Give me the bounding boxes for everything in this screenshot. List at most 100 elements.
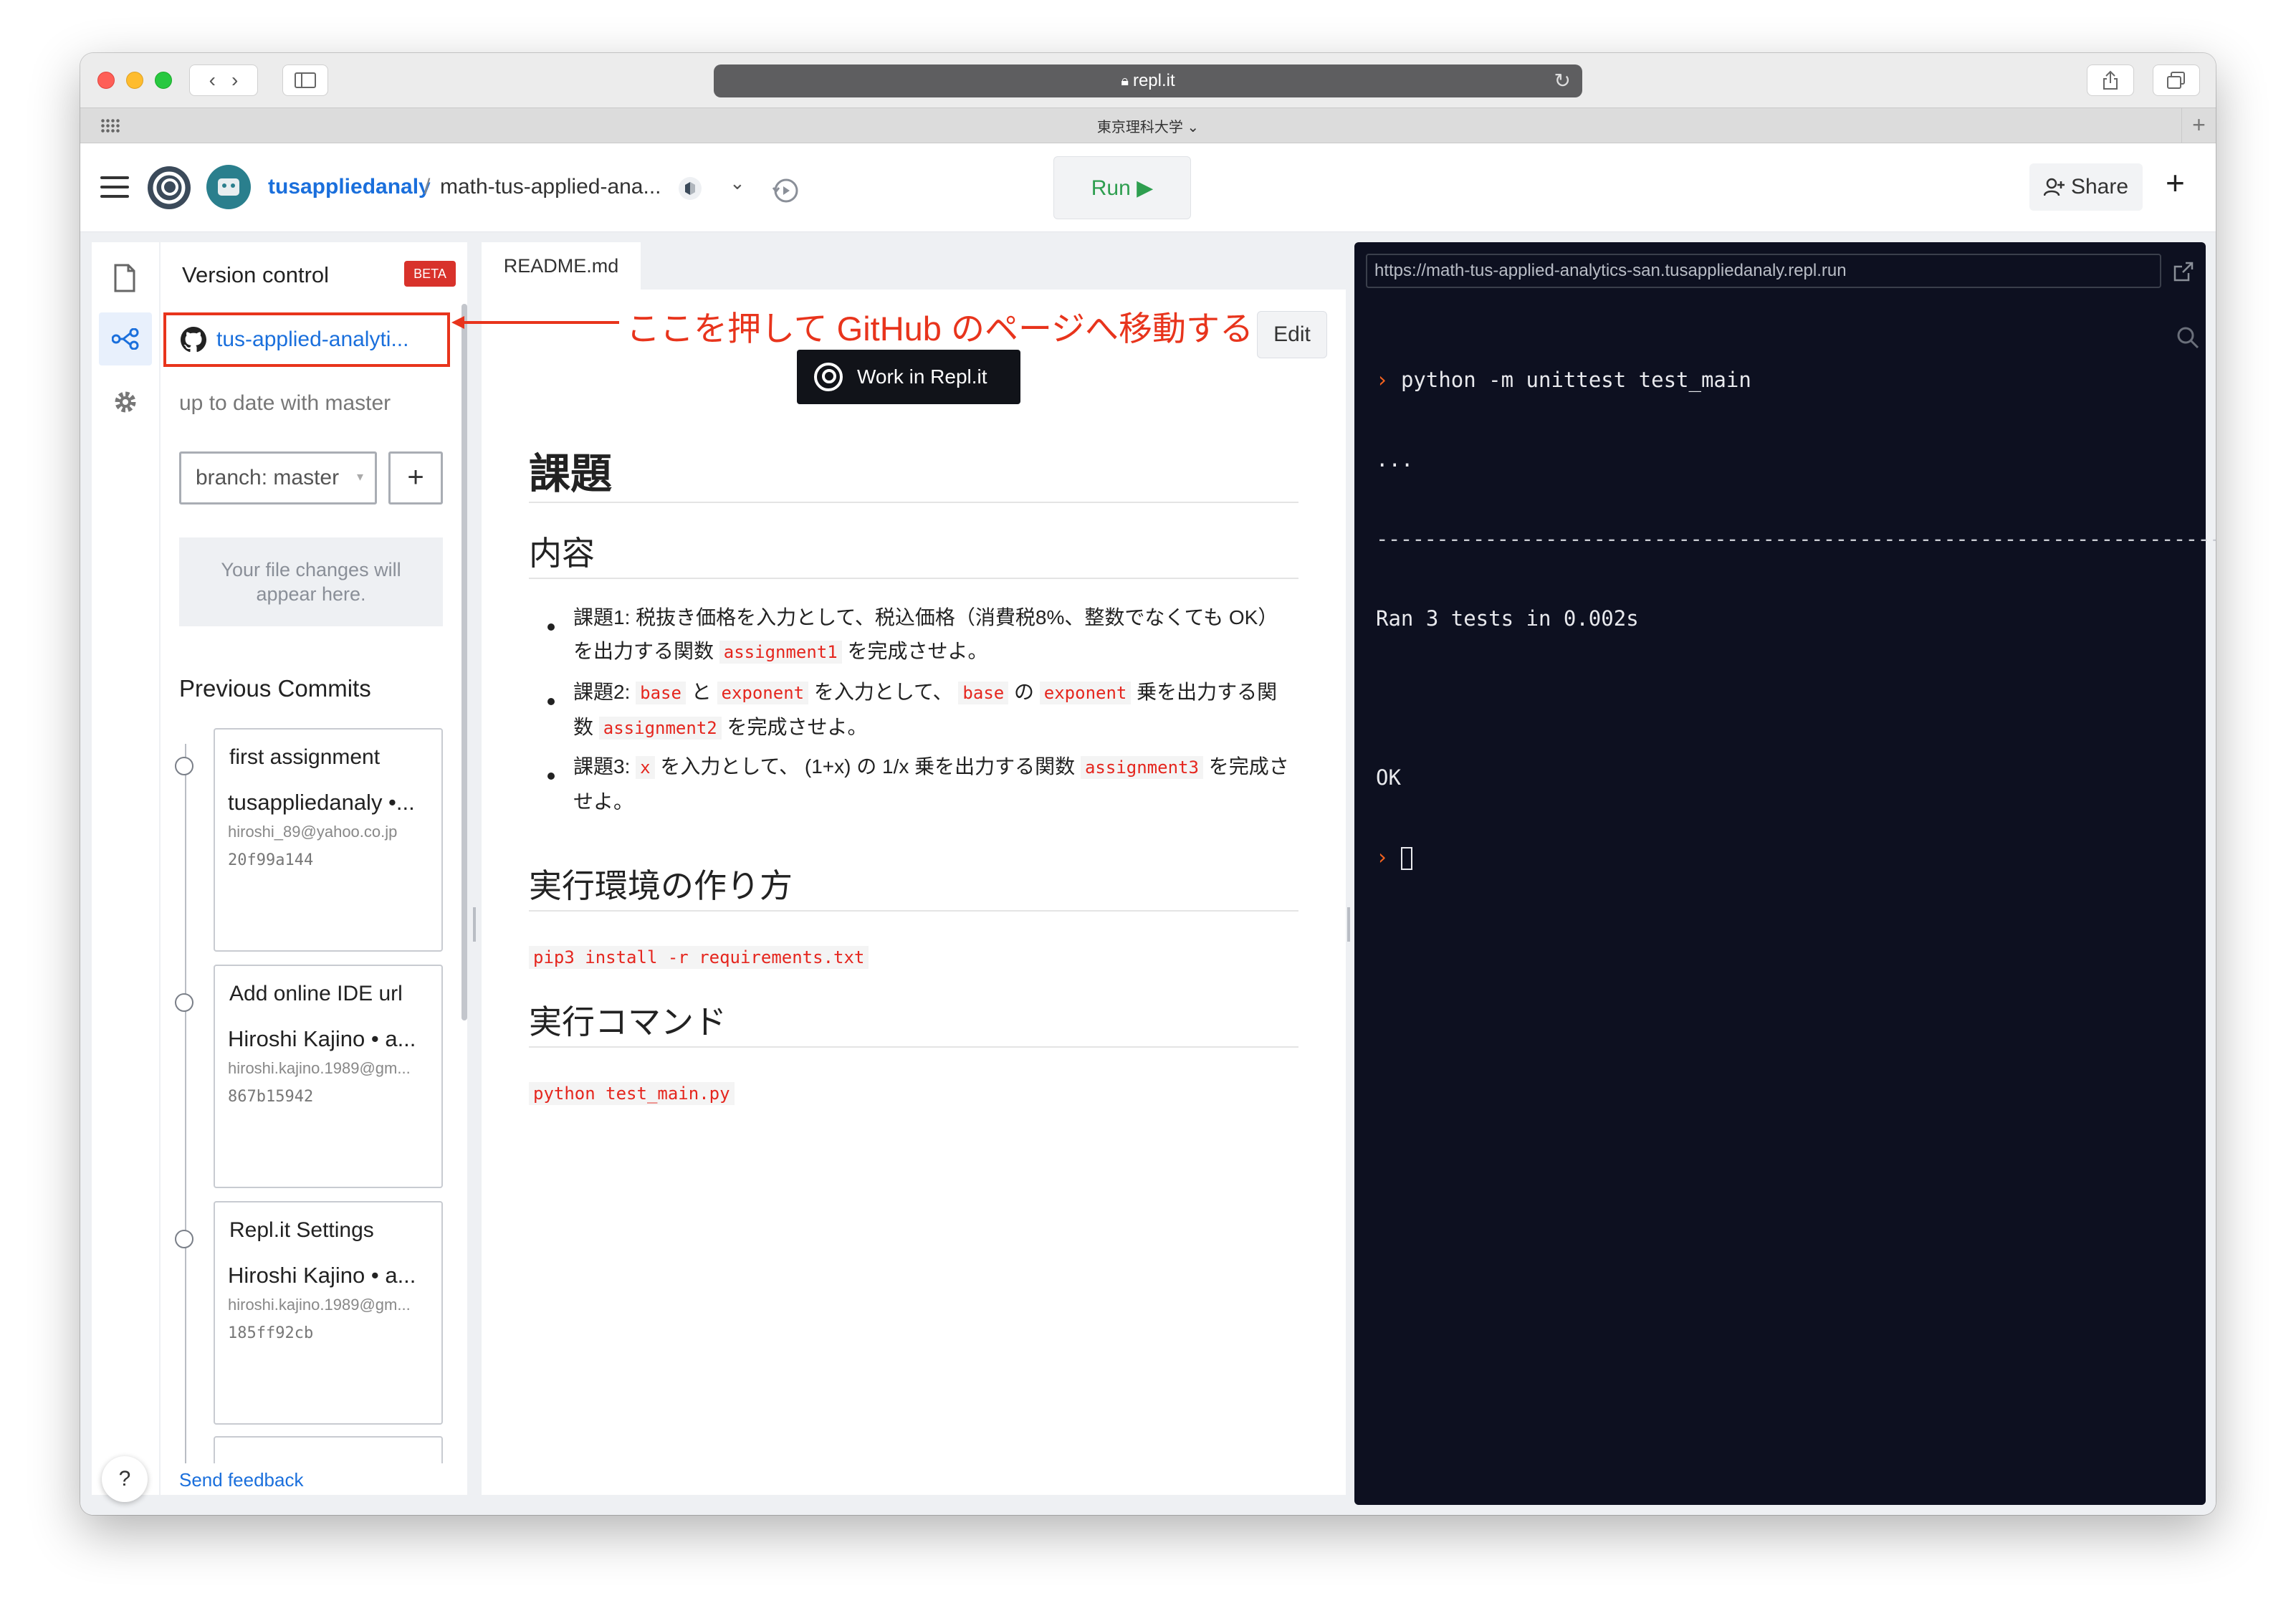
share-page-button[interactable]	[2087, 64, 2134, 96]
forward-icon[interactable]: ›	[231, 69, 238, 92]
inline-code: x	[636, 756, 655, 779]
repl-header: tusappliedanaly / math-tus-applied-ana..…	[80, 143, 2216, 232]
edit-button[interactable]: Edit	[1257, 311, 1327, 358]
commit-author: Hiroshi Kajino • a...	[228, 1263, 416, 1288]
share-icon	[2103, 70, 2118, 90]
panel-scrollbar[interactable]	[461, 304, 467, 1020]
open-in-new-tab-icon[interactable]	[2173, 261, 2194, 282]
back-forward-buttons[interactable]: ‹ ›	[189, 64, 258, 96]
path-separator: /	[424, 175, 431, 199]
run-button[interactable]: Run ▶	[1053, 156, 1191, 219]
version-control-panel: Version control BETA tus-applied-analyti…	[161, 242, 467, 1495]
webview-url-bar[interactable]: https://math-tus-applied-analytics-san.t…	[1366, 254, 2161, 288]
inline-code: assignment2	[598, 717, 722, 740]
list-bullet	[547, 623, 555, 631]
code-env: pip3 install -r requirements.txt	[529, 946, 869, 969]
console-command: python -m unittest test_main	[1400, 368, 1751, 392]
menu-icon[interactable]	[100, 176, 129, 198]
help-button[interactable]: ?	[102, 1456, 148, 1502]
readme-viewer: README.md Edit Work in Repl.it 課題 内容 課題1…	[482, 242, 1346, 1495]
reload-icon[interactable]: ↻	[1554, 69, 1571, 92]
owner-link[interactable]: tusappliedanaly	[268, 175, 431, 199]
commit-title: first assignment	[229, 745, 381, 769]
inline-code: assignment3	[1080, 756, 1203, 779]
empty-changes-text: Your file changes will appear here.	[221, 559, 401, 605]
lock-icon: 🔒︎	[1121, 72, 1129, 89]
list-item-text: を完成させよ。	[721, 716, 868, 738]
sidebar-icon	[295, 72, 316, 88]
run-label: Run ▶	[1091, 176, 1154, 200]
help-label: ?	[118, 1467, 131, 1491]
commit-dot	[175, 757, 193, 775]
inline-code: base	[958, 682, 1009, 704]
sidebar-toggle-button[interactable]	[282, 64, 328, 96]
tab-overview-button[interactable]	[2153, 64, 2200, 96]
gear-icon[interactable]	[112, 388, 139, 416]
replit-logo-icon[interactable]	[146, 165, 192, 211]
commit-timeline	[185, 744, 186, 1495]
branch-select[interactable]: branch: master ▾	[179, 451, 377, 505]
history-icon[interactable]	[771, 176, 800, 205]
readme-h2-contents: 内容	[529, 535, 595, 572]
chevron-down-icon[interactable]: ⌄	[730, 172, 745, 194]
commit-card[interactable]: Add online IDE url Hiroshi Kajino • a...…	[214, 965, 443, 1188]
chevron-down-icon: ▾	[356, 469, 363, 484]
new-tab-button[interactable]: +	[2181, 108, 2216, 143]
send-feedback-link[interactable]: Send feedback	[179, 1469, 303, 1491]
add-icon[interactable]: +	[2166, 163, 2185, 202]
readme-h2-env: 実行環境の作り方	[529, 867, 793, 904]
share-button[interactable]: Share	[2029, 163, 2143, 211]
inline-code: assignment1	[719, 641, 842, 664]
browser-window: ‹ › 🔒︎ repl.it ↻ 東京理科大学 ⌄ + tusappliedan…	[80, 53, 2216, 1515]
share-label: Share	[2070, 175, 2129, 199]
tab-strip: 東京理科大学 ⌄ +	[80, 107, 2216, 143]
heading-rule	[529, 578, 1298, 579]
inline-code: exponent	[717, 682, 809, 704]
branch-value: branch: master	[196, 466, 340, 489]
address-bar[interactable]: 🔒︎ repl.it ↻	[714, 64, 1582, 97]
tab-group-label[interactable]: 東京理科大学 ⌄	[80, 115, 2216, 136]
work-in-replit-button[interactable]: Work in Repl.it	[797, 350, 1020, 404]
tab-readme[interactable]: README.md	[482, 242, 641, 290]
minimize-window-button[interactable]	[126, 72, 143, 89]
console-output: › python -m unittest test_main ... -----…	[1376, 314, 2216, 924]
console-line: ›	[1376, 844, 2216, 871]
readme-h1: 課題	[529, 451, 613, 497]
heading-rule	[529, 1046, 1298, 1048]
maximize-window-button[interactable]	[155, 72, 172, 89]
cursor-icon[interactable]	[1400, 847, 1412, 870]
console-result: Ran 3 tests in 0.002s	[1376, 606, 1639, 631]
console-ok: OK	[1376, 765, 1401, 790]
list-item-text: と	[685, 681, 717, 703]
code-block: pip3 install -r requirements.txt	[529, 946, 869, 969]
webview-url: https://math-tus-applied-analytics-san.t…	[1374, 261, 1847, 280]
list-bullet	[547, 698, 555, 705]
list-item-text: の	[1008, 681, 1040, 703]
browser-titlebar: ‹ › 🔒︎ repl.it ↻	[80, 53, 2216, 107]
commit-hash: 20f99a144	[228, 851, 314, 869]
inline-code: exponent	[1039, 682, 1132, 704]
console-line: › python -m unittest test_main	[1376, 367, 2216, 393]
github-repo-label: tus-applied-analyti...	[216, 327, 409, 351]
list-item: 課題1: 税抜き価格を入力として、税込価格（消費税8%、整数でなくても OK）を…	[573, 601, 1290, 669]
commit-card[interactable]: first assignment tusappliedanaly •... hi…	[214, 728, 443, 952]
commit-author: tusappliedanaly •...	[228, 790, 415, 815]
resize-handle[interactable]	[1347, 907, 1350, 942]
close-window-button[interactable]	[97, 72, 115, 89]
back-icon[interactable]: ‹	[209, 69, 216, 92]
annotation-arrow	[451, 316, 619, 329]
resize-handle[interactable]	[473, 907, 476, 942]
file-icon[interactable]	[113, 264, 136, 292]
code-cmd: python test_main.py	[529, 1082, 735, 1105]
repl-name[interactable]: math-tus-applied-ana...	[440, 175, 661, 199]
sync-status: up to date with master	[179, 391, 391, 415]
github-repo-link[interactable]: tus-applied-analyti...	[163, 312, 450, 367]
heading-rule	[529, 502, 1298, 503]
list-item-text: 課題2:	[573, 681, 636, 703]
add-branch-button[interactable]: +	[388, 451, 443, 505]
commit-card[interactable]: Repl.it Settings Hiroshi Kajino • a... h…	[214, 1201, 443, 1425]
owner-avatar[interactable]	[206, 165, 251, 209]
version-control-tab[interactable]	[99, 312, 152, 365]
sidebar-icon-rail: ?	[92, 242, 159, 1502]
console-dots: ...	[1376, 447, 1414, 472]
